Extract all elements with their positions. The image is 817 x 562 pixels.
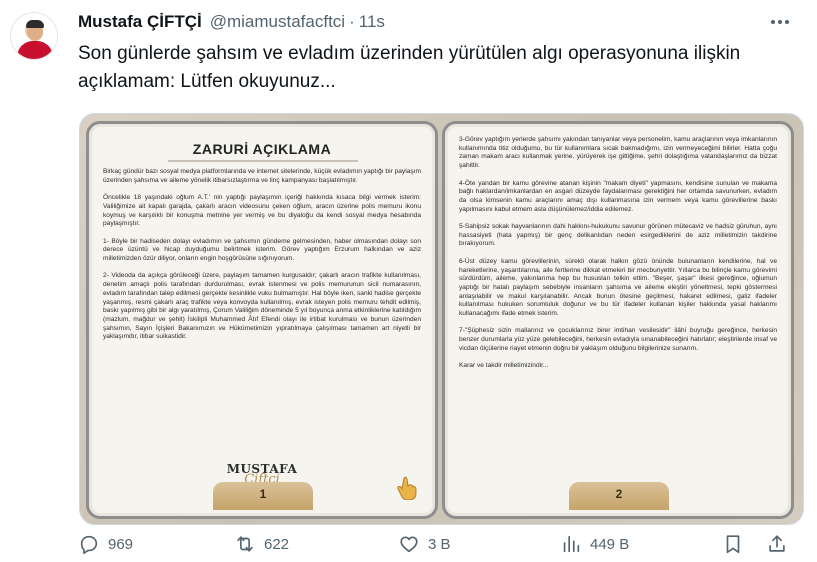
tweet[interactable]: Mustafa ÇİFTÇİ @miamustafacftci · 11s So… [0,0,817,562]
document-body-1: Birkaç gündür bazı sosyal medya platform… [103,168,421,351]
tweet-media[interactable]: ZARURİ AÇIKLAMA Birkaç gündür bazı sosya… [79,113,804,525]
tweet-text: Son günlerde şahsım ve evladım üzerinden… [78,43,741,92]
header-separator: · [349,12,355,31]
paragraph: Birkaç gündür bazı sosyal medya platform… [103,168,421,184]
bookmark-icon [726,535,740,554]
avatar[interactable] [10,12,58,60]
action-bar: 969 622 3 B 449 B [78,531,792,557]
bookmark-button[interactable] [722,531,744,557]
more-icon[interactable] [769,12,791,32]
retweet-count: 622 [264,535,290,553]
paragraph: 3-Görev yaptığım yerlerde şahsımı yakınd… [459,136,777,170]
paragraph: 1- Böyle bir hadiseden dolayı evladımın … [103,237,421,262]
page-number-tab: 1 [213,482,313,510]
paragraph: Öncelikle 18 yaşındaki oğlum A.T.' nin y… [103,194,421,228]
paragraph: 5-Sahipsiz sokak hayvanlarının dahi hakk… [459,223,777,248]
paragraph: 2- Videoda da açıkça görüleceği üzere, p… [103,272,421,341]
page-number: 2 [615,487,623,501]
reply-button[interactable]: 969 [78,531,133,557]
share-button[interactable] [766,531,788,557]
avatar-shirt [17,41,53,59]
like-icon [400,536,418,553]
document-page-1: ZARURİ AÇIKLAMA Birkaç gündür bazı sosya… [86,121,438,519]
paragraph: Karar ve takdir milletimizindir... [459,362,549,370]
like-button[interactable]: 3 B [398,531,451,557]
author-name[interactable]: Mustafa ÇİFTÇİ [78,12,202,32]
tweet-timestamp[interactable]: 11s [359,12,385,32]
tweet-header: Mustafa ÇİFTÇİ @miamustafacftci · 11s [78,11,385,33]
like-count: 3 B [428,535,451,553]
views-button[interactable]: 449 B [560,531,629,557]
views-count: 449 B [590,535,630,553]
page-number-tab: 2 [569,482,669,510]
share-icon [769,535,785,552]
document-body-2: 3-Görev yaptığım yerlerde şahsımı yakınd… [459,136,777,380]
page-number: 1 [259,487,267,501]
paragraph: 4-Öte yandan bir kamu görevine atanan ki… [459,179,777,213]
reply-count: 969 [108,535,134,553]
avatar-hair [26,20,44,28]
views-icon [563,535,580,553]
retweet-icon [237,536,253,552]
title-divider [168,160,358,162]
author-handle[interactable]: @miamustafacftci [210,12,345,32]
reply-icon [80,535,98,554]
pointing-hand-icon [395,474,421,501]
document-title: ZARURİ AÇIKLAMA [192,141,332,157]
paragraph: 6-Üst düzey kamu görevlilerinin, sürekli… [459,257,777,318]
document-page-2: 3-Görev yaptığım yerlerde şahsımı yakınd… [442,121,794,519]
paragraph: 7-"Şüphesiz sizin mallarınız ve çocuklar… [459,327,777,352]
retweet-button[interactable]: 622 [234,531,289,557]
